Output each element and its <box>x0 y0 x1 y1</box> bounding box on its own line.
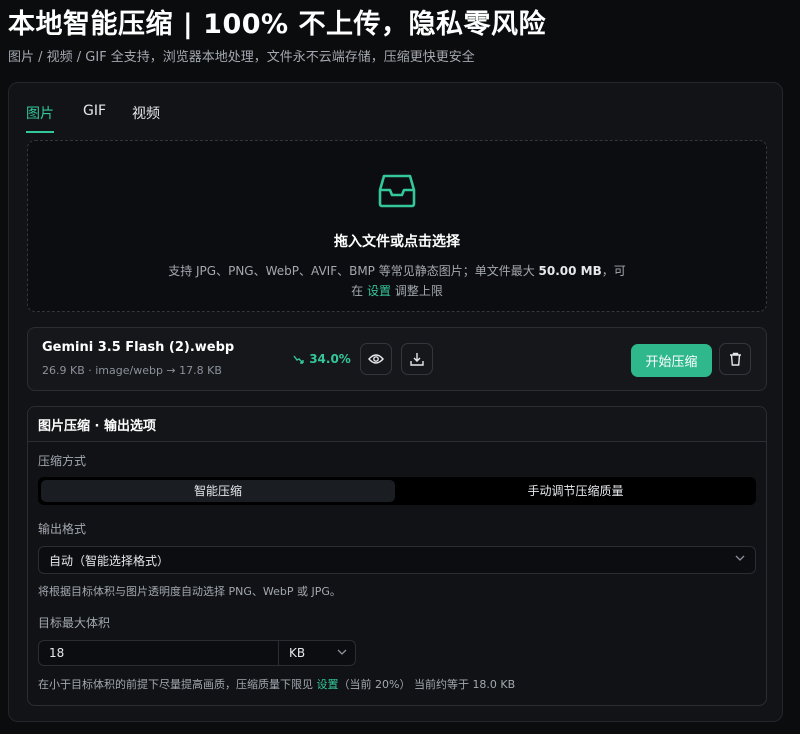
trash-icon <box>729 352 741 366</box>
trend-down-icon <box>293 355 304 364</box>
inbox-icon <box>378 174 416 208</box>
size-label: 目标最大体积 <box>38 616 111 630</box>
mode-label: 压缩方式 <box>38 454 87 468</box>
file-item: Gemini 3.5 Flash (2).webp 26.9 KB · imag… <box>27 327 767 391</box>
options-title: 图片压缩 · 输出选项 <box>38 419 156 434</box>
delete-button[interactable] <box>719 343 751 375</box>
format-select[interactable]: 自动（智能选择格式） <box>38 546 756 574</box>
options-header: 图片压缩 · 输出选项 <box>28 407 766 442</box>
size-unit-value: KB <box>289 646 306 660</box>
start-compress-button[interactable]: 开始压缩 <box>631 344 712 377</box>
chevron-down-icon <box>337 649 347 655</box>
download-button[interactable] <box>401 343 433 375</box>
dropzone-line2-prefix: 在 <box>351 284 367 298</box>
format-select-value: 自动（智能选择格式） <box>49 554 170 568</box>
eye-icon <box>368 354 384 364</box>
compression-ratio-value: 34.0% <box>309 352 351 366</box>
file-name: Gemini 3.5 Flash (2).webp <box>42 340 235 355</box>
compressor-panel: 图片 GIF 视频 拖入文件或点击选择 支持 JPG、PNG、WebP、AVIF… <box>8 82 783 722</box>
dropzone-description: 支持 JPG、PNG、WebP、AVIF、BMP 等常见静态图片；单文件最大 5… <box>28 261 766 301</box>
format-hint: 将根据目标体积与图片透明度自动选择 PNG、WebP 或 JPG。 <box>38 585 341 598</box>
tab-video[interactable]: 视频 <box>132 103 160 131</box>
mode-smart-option[interactable]: 智能压缩 <box>41 480 395 502</box>
dropzone-desc-suffix: ，可 <box>601 264 626 278</box>
mode-manual-option[interactable]: 手动调节压缩质量 <box>398 480 753 502</box>
size-hint: 在小于目标体积的前提下尽量提高画质，压缩质量下限见 设置（当前 20%） 当前约… <box>38 676 515 692</box>
file-meta: 26.9 KB · image/webp → 17.8 KB <box>42 364 222 377</box>
target-size-input[interactable] <box>38 640 278 666</box>
chevron-down-icon <box>735 555 745 561</box>
settings-link[interactable]: 设置 <box>367 284 391 298</box>
compression-ratio: 34.0% <box>293 352 351 366</box>
dropzone-title: 拖入文件或点击选择 <box>334 234 460 250</box>
preview-button[interactable] <box>360 343 392 375</box>
tab-gif[interactable]: GIF <box>83 103 106 127</box>
download-icon <box>410 353 424 366</box>
size-hint-suffix: （当前 20%） 当前约等于 18.0 KB <box>338 678 516 691</box>
page-subtitle: 图片 / 视频 / GIF 全支持，浏览器本地处理，文件永不云端存储，压缩更快更… <box>8 50 475 65</box>
tab-image[interactable]: 图片 <box>26 103 54 133</box>
dropzone-desc-prefix: 支持 JPG、PNG、WebP、AVIF、BMP 等常见静态图片；单文件最大 <box>168 264 539 278</box>
mode-switch: 智能压缩 手动调节压缩质量 <box>38 477 756 505</box>
dropzone-line2-suffix: 调整上限 <box>391 284 443 298</box>
output-options: 图片压缩 · 输出选项 压缩方式 智能压缩 手动调节压缩质量 输出格式 自动（智… <box>27 406 767 706</box>
format-label: 输出格式 <box>38 522 87 536</box>
page-title: 本地智能压缩 | 100% 不上传，隐私零风险 <box>8 9 546 40</box>
quality-settings-link[interactable]: 设置 <box>317 678 339 691</box>
size-hint-prefix: 在小于目标体积的前提下尽量提高画质，压缩质量下限见 <box>38 678 317 691</box>
max-file-size: 50.00 MB <box>538 264 602 278</box>
file-dropzone[interactable]: 拖入文件或点击选择 支持 JPG、PNG、WebP、AVIF、BMP 等常见静态… <box>27 140 767 312</box>
size-unit-select[interactable]: KB <box>278 640 356 666</box>
